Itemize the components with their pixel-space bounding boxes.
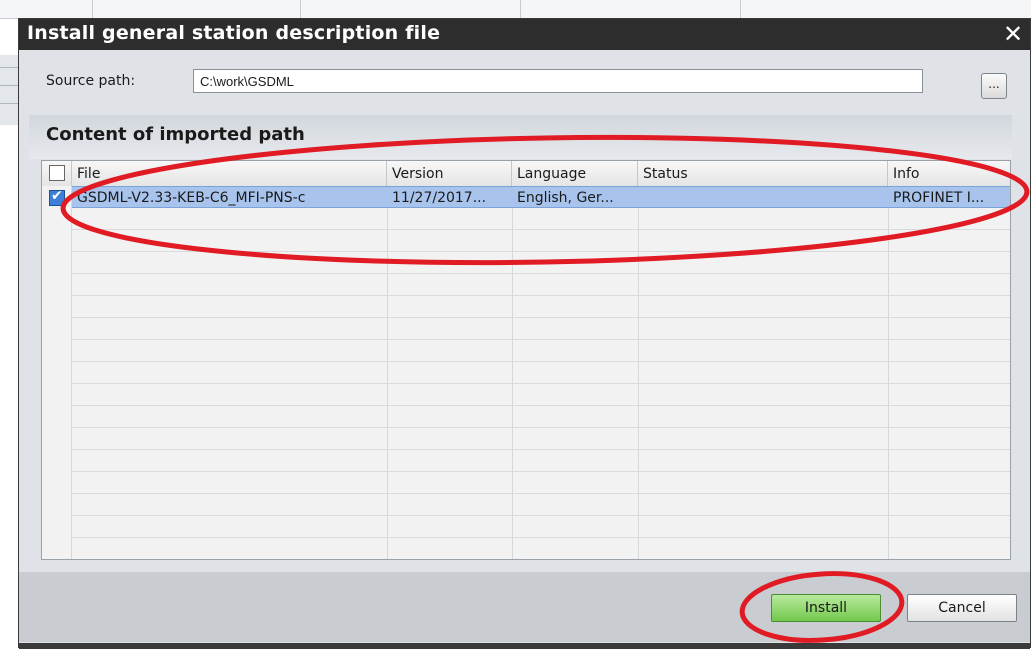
select-all-header[interactable] bbox=[42, 161, 72, 186]
empty-row bbox=[72, 340, 1010, 362]
install-button[interactable]: Install bbox=[771, 594, 881, 622]
dialog-bottom-edge bbox=[19, 643, 1030, 649]
empty-row bbox=[72, 516, 1010, 538]
empty-row bbox=[72, 296, 1010, 318]
table-header: File Version Language Status Info bbox=[42, 161, 1010, 187]
column-header-language[interactable]: Language bbox=[512, 161, 638, 186]
empty-row bbox=[72, 318, 1010, 340]
empty-row bbox=[72, 494, 1010, 516]
dialog-title: Install general station description file bbox=[27, 22, 441, 44]
empty-row bbox=[72, 428, 1010, 450]
close-icon[interactable]: ✕ bbox=[1000, 20, 1026, 48]
column-header-version[interactable]: Version bbox=[387, 161, 512, 186]
column-header-status[interactable]: Status bbox=[638, 161, 888, 186]
row-gutter bbox=[42, 186, 72, 559]
gsd-file-table: File Version Language Status Info GSDML-… bbox=[41, 160, 1011, 560]
background-sidebar bbox=[0, 55, 18, 125]
empty-row bbox=[72, 472, 1010, 494]
cell-status bbox=[638, 187, 888, 209]
empty-row bbox=[72, 384, 1010, 406]
column-header-info[interactable]: Info bbox=[888, 161, 1010, 186]
background-toolbar bbox=[0, 0, 1031, 19]
install-gsd-dialog: Install general station description file… bbox=[18, 18, 1031, 649]
cell-version: 11/27/2017... bbox=[392, 190, 487, 206]
checkbox-icon[interactable] bbox=[49, 165, 65, 181]
content-section-header: Content of imported path bbox=[29, 115, 1012, 159]
empty-row bbox=[72, 208, 1010, 230]
dialog-titlebar: Install general station description file… bbox=[19, 19, 1030, 50]
cancel-button[interactable]: Cancel bbox=[907, 594, 1017, 622]
empty-row bbox=[72, 230, 1010, 252]
empty-row bbox=[72, 406, 1010, 428]
source-path-label: Source path: bbox=[46, 73, 136, 89]
column-header-file[interactable]: File bbox=[72, 161, 387, 186]
empty-row bbox=[72, 450, 1010, 472]
empty-row bbox=[72, 362, 1010, 384]
checkbox-checked-icon[interactable] bbox=[49, 188, 65, 206]
source-path-input[interactable] bbox=[193, 69, 923, 93]
table-row[interactable]: GSDML-V2.33-KEB-C6_MFI-PNS-c 11/27/2017.… bbox=[72, 186, 1010, 208]
empty-row bbox=[72, 252, 1010, 274]
browse-button[interactable]: ... bbox=[981, 73, 1007, 99]
cell-file: GSDML-V2.33-KEB-C6_MFI-PNS-c bbox=[77, 190, 306, 206]
cell-language: English, Ger... bbox=[517, 190, 614, 206]
cell-info: PROFINET I... bbox=[893, 190, 985, 206]
empty-row bbox=[72, 274, 1010, 296]
content-heading: Content of imported path bbox=[46, 124, 305, 145]
